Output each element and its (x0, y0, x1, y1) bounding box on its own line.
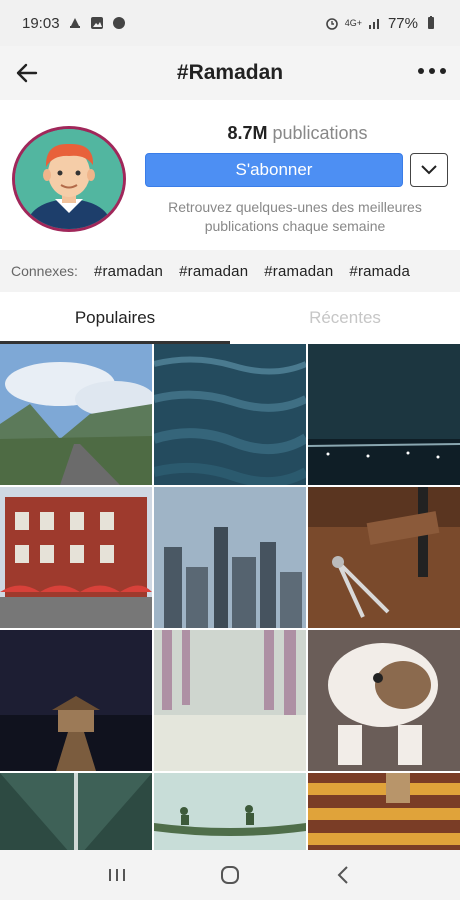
publication-count: 8.7M publications (145, 123, 450, 144)
related-tag[interactable]: #ramadan (94, 263, 163, 280)
grid-image-water-surface[interactable] (154, 344, 306, 485)
related-tag[interactable]: #ramada (349, 263, 410, 280)
photo-grid (0, 344, 460, 850)
back-arrow-icon[interactable] (14, 60, 40, 86)
image-icon (90, 17, 103, 29)
battery-icon (428, 16, 434, 29)
chevron-down-icon (421, 165, 437, 175)
hashtag-profile: 8.7M publications S'abonner Retrouvez qu… (0, 100, 460, 250)
grid-image-pier-night[interactable] (0, 630, 152, 771)
tab-popular[interactable]: Populaires (0, 292, 230, 344)
grid-image-brick-building[interactable] (0, 487, 152, 628)
grid-image-forest-path[interactable] (154, 630, 306, 771)
dropdown-button[interactable] (410, 153, 448, 187)
grid-image-bulldog[interactable] (308, 630, 460, 771)
notification-icon (69, 18, 80, 28)
home-icon[interactable] (215, 860, 245, 890)
grid-image-city-skyline[interactable] (154, 487, 306, 628)
grid-image-compass-desk[interactable] (308, 487, 460, 628)
related-tags-bar: Connexes: #ramadan #ramadan #ramadan #ra… (0, 250, 460, 292)
signal-icon (368, 19, 379, 29)
grid-image-night-coast[interactable] (308, 344, 460, 485)
tab-bar: Populaires Récentes (0, 292, 460, 344)
app-header: #Ramadan (0, 46, 460, 100)
status-bar: 19:03 4G+ 77% (0, 0, 460, 46)
grid-image-wooden-stairs[interactable] (308, 773, 460, 850)
battery-percent: 77% (387, 14, 418, 32)
status-time: 19:03 (22, 14, 60, 32)
related-tag[interactable]: #ramadan (179, 263, 248, 280)
related-label: Connexes: (11, 263, 78, 279)
count-value: 8.7M (227, 123, 268, 143)
network-type: 4G+ (344, 17, 362, 28)
grid-image-bridge-structure[interactable] (0, 773, 152, 850)
more-options-icon[interactable] (418, 68, 446, 74)
avatar-illustration (15, 129, 123, 229)
grid-image-mountain-road[interactable] (0, 344, 152, 485)
follow-button[interactable]: S'abonner (145, 153, 403, 187)
system-nav-bar (0, 850, 460, 900)
back-nav-icon[interactable] (328, 860, 358, 890)
page-title: #Ramadan (176, 61, 284, 84)
app-icon (112, 17, 125, 29)
recent-apps-icon[interactable] (102, 860, 132, 890)
related-tag[interactable]: #ramadan (264, 263, 333, 280)
hashtag-description: Retrouvez quelques-unes des meilleures p… (168, 199, 422, 234)
alarm-icon (325, 18, 338, 30)
tab-recent[interactable]: Récentes (230, 292, 460, 344)
avatar (12, 126, 126, 232)
count-label: publications (272, 123, 368, 143)
grid-image-canoe-lake[interactable] (154, 773, 306, 850)
